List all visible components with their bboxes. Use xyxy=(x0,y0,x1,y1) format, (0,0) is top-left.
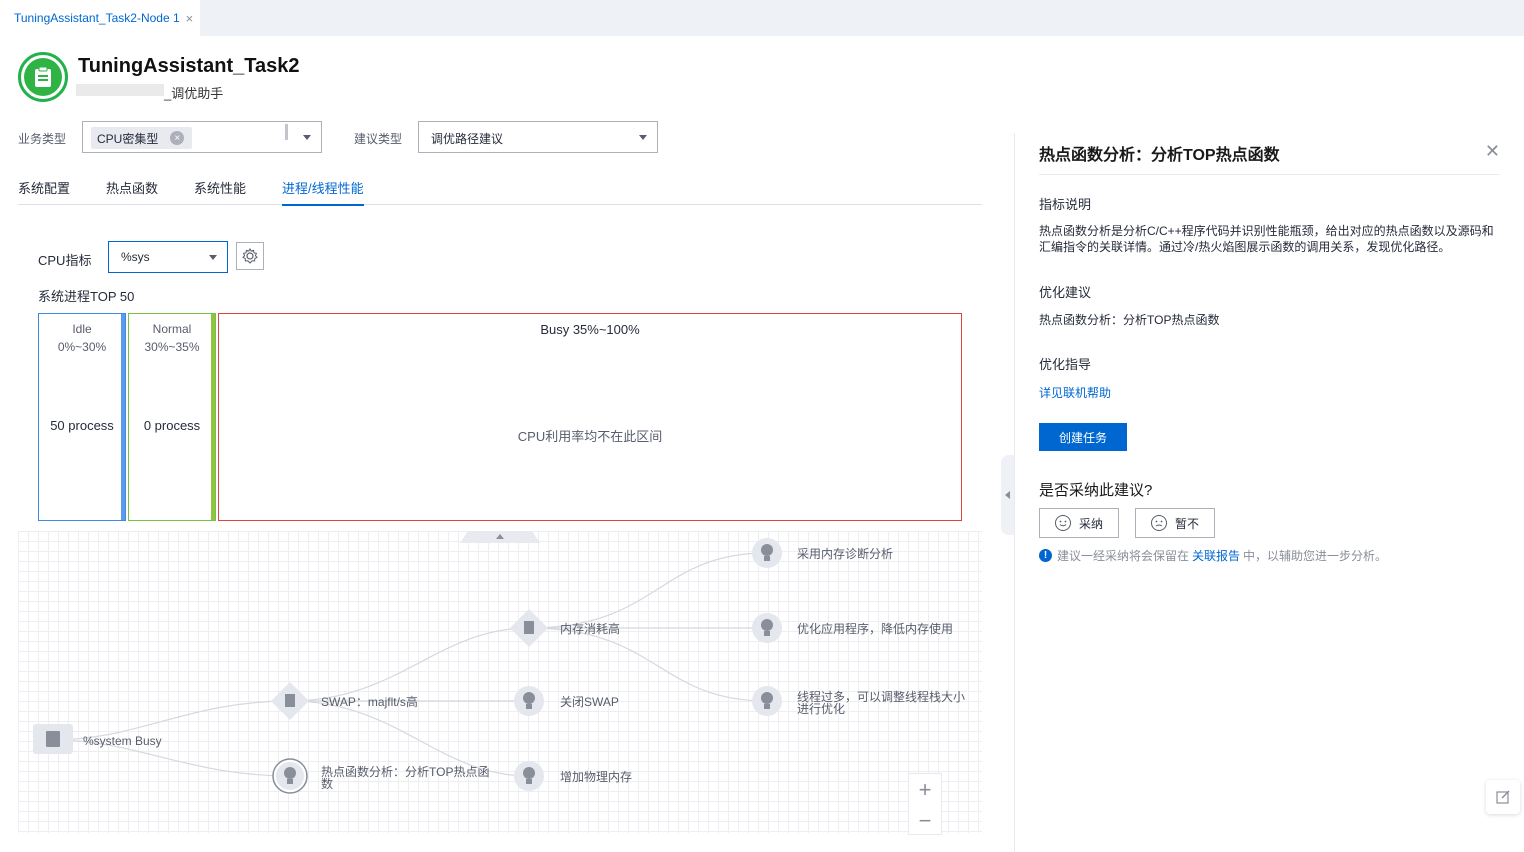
chevron-down-icon xyxy=(209,255,217,260)
gear-icon xyxy=(242,248,258,264)
node-label-optapp[interactable]: 优化应用程序，降低内存使用 xyxy=(797,623,953,635)
advice-type-select[interactable]: 调优路径建议 xyxy=(418,121,658,153)
bucket-bar xyxy=(121,314,125,520)
hint-post: 中，以辅助您进一步分析。 xyxy=(1243,549,1388,563)
reject-button[interactable]: 暂不 xyxy=(1135,508,1215,538)
node-hotspot xyxy=(272,758,308,794)
reject-label: 暂不 xyxy=(1174,516,1199,531)
hint-pre: 建议一经采纳将会保留在 xyxy=(1057,549,1190,563)
bucket-range: 0%~30% xyxy=(57,340,107,354)
close-icon[interactable]: × xyxy=(186,11,194,26)
desc-text: 热点函数分析是分析C/C++程序代码并识别性能瓶颈，给出对应的热点函数以及源码和… xyxy=(1039,224,1494,254)
node-addmem xyxy=(514,761,544,791)
tab-process-thread[interactable]: 进程/线程性能 xyxy=(282,178,364,206)
tab-system-perf[interactable]: 系统性能 xyxy=(194,178,246,197)
bucket-empty-text: CPU利用率均不在此区间 xyxy=(517,429,663,444)
divider xyxy=(1039,174,1500,175)
edit-icon xyxy=(1496,790,1510,804)
related-report-link[interactable]: 关联报告 xyxy=(1192,547,1240,564)
panel-toggle-handle[interactable] xyxy=(1001,455,1015,535)
node-optapp xyxy=(752,613,782,643)
clipboard-icon xyxy=(18,52,68,102)
accept-button[interactable]: 采纳 xyxy=(1039,508,1119,538)
advice-heading: 优化建议 xyxy=(1039,285,1092,300)
selected-tag: CPU密集型 × xyxy=(91,127,193,149)
top50-title: 系统进程TOP 50 xyxy=(38,289,135,304)
desc-heading: 指标说明 xyxy=(1039,197,1092,212)
node-threads xyxy=(752,686,782,716)
zoom-in-button[interactable]: + xyxy=(909,774,941,805)
panel-title: 热点函数分析：分析TOP热点函数 xyxy=(1039,147,1280,164)
feedback-button[interactable] xyxy=(1486,780,1520,814)
adopt-hint: ! 建议一经采纳将会保留在 关联报告 中，以辅助您进一步分析。 xyxy=(1039,547,1387,564)
advice-type-label: 建议类型 xyxy=(354,132,403,146)
cpu-metric-value: %sys xyxy=(121,250,150,264)
node-label-closeswap[interactable]: 关闭SWAP xyxy=(560,696,619,708)
node-mem xyxy=(510,609,548,647)
bucket-count: 50 process xyxy=(50,418,114,433)
advice-type-value: 调优路径建议 xyxy=(431,132,504,146)
tab-label: TuningAssistant_Task2-Node 1 xyxy=(14,11,180,25)
bucket-busy[interactable]: Busy 35%~100% CPU利用率均不在此区间 xyxy=(218,313,962,521)
tag-close-icon[interactable]: × xyxy=(170,131,185,145)
scrollbar[interactable] xyxy=(285,124,288,140)
graph-edges xyxy=(33,538,782,794)
page-subtitle: _调优助手 xyxy=(164,86,224,101)
advice-text: 热点函数分析：分析TOP热点函数 xyxy=(1039,313,1220,327)
tuning-graph[interactable]: %system Busy SWAP：majflt/s高 热点函数分析：分析TOP… xyxy=(18,531,982,833)
biz-type-label: 业务类型 xyxy=(18,132,67,146)
node-label-memdiag[interactable]: 采用内存诊断分析 xyxy=(797,548,893,560)
bucket-bar xyxy=(211,314,215,520)
chevron-down-icon xyxy=(303,135,311,140)
node-swap xyxy=(271,682,309,720)
node-memdiag xyxy=(752,538,782,568)
bucket-name: Idle xyxy=(72,322,92,336)
settings-button[interactable] xyxy=(236,242,264,270)
help-link[interactable]: 详见联机帮助 xyxy=(1039,384,1111,401)
bucket-range: 30%~35% xyxy=(144,340,200,354)
chevron-down-icon xyxy=(639,135,647,140)
cpu-metric-select[interactable]: %sys xyxy=(108,241,228,273)
info-icon: ! xyxy=(1039,549,1052,562)
bucket-idle[interactable]: Idle 0%~30% 50 process xyxy=(38,313,126,521)
close-icon[interactable]: ✕ xyxy=(1485,141,1500,162)
biz-type-select[interactable]: CPU密集型 × xyxy=(82,121,322,153)
node-closeswap xyxy=(514,686,544,716)
bucket-normal[interactable]: Normal 30%~35% 0 process xyxy=(128,313,216,521)
tab-hotspot[interactable]: 热点函数 xyxy=(106,178,158,197)
create-task-button[interactable]: 创建任务 xyxy=(1039,423,1127,451)
collapse-handle[interactable] xyxy=(460,531,540,543)
bucket-count: 0 process xyxy=(143,418,201,433)
view-tabs: 系统配置 热点函数 系统性能 进程/线程性能 xyxy=(18,176,982,206)
zoom-out-button[interactable]: − xyxy=(909,805,941,836)
node-label-swap[interactable]: SWAP：majflt/s高 xyxy=(321,696,418,708)
accept-label: 采纳 xyxy=(1078,516,1103,531)
zoom-control: + − xyxy=(908,773,942,835)
node-label-mem[interactable]: 内存消耗高 xyxy=(560,623,620,635)
node-root xyxy=(33,724,73,754)
sad-icon xyxy=(1150,515,1167,531)
tab-bar: TuningAssistant_Task2-Node 1 × xyxy=(0,0,1524,36)
bucket-name: Normal xyxy=(152,322,192,336)
detail-panel: 热点函数分析：分析TOP热点函数 ✕ 指标说明 热点函数分析是分析C/C++程序… xyxy=(1014,133,1524,852)
adopt-question: 是否采纳此建议? xyxy=(1039,482,1153,499)
tab-system-config[interactable]: 系统配置 xyxy=(18,178,70,197)
cpu-metric-label: CPU指标 xyxy=(38,253,92,268)
smile-icon xyxy=(1054,515,1071,531)
node-label-hotspot[interactable]: 热点函数分析：分析TOP热点函数 xyxy=(321,766,491,790)
node-label-addmem[interactable]: 增加物理内存 xyxy=(560,771,632,783)
guide-heading: 优化指导 xyxy=(1039,357,1092,372)
tab-task[interactable]: TuningAssistant_Task2-Node 1 × xyxy=(0,0,200,36)
node-label-threads[interactable]: 线程过多，可以调整线程栈大小进行优化 xyxy=(797,691,969,715)
page-title: TuningAssistant_Task2 xyxy=(78,55,300,77)
node-label-root[interactable]: %system Busy xyxy=(83,735,162,747)
redacted-text xyxy=(76,84,164,96)
bucket-name: Busy 35%~100% xyxy=(540,322,640,337)
tag-label: CPU密集型 xyxy=(97,131,159,146)
